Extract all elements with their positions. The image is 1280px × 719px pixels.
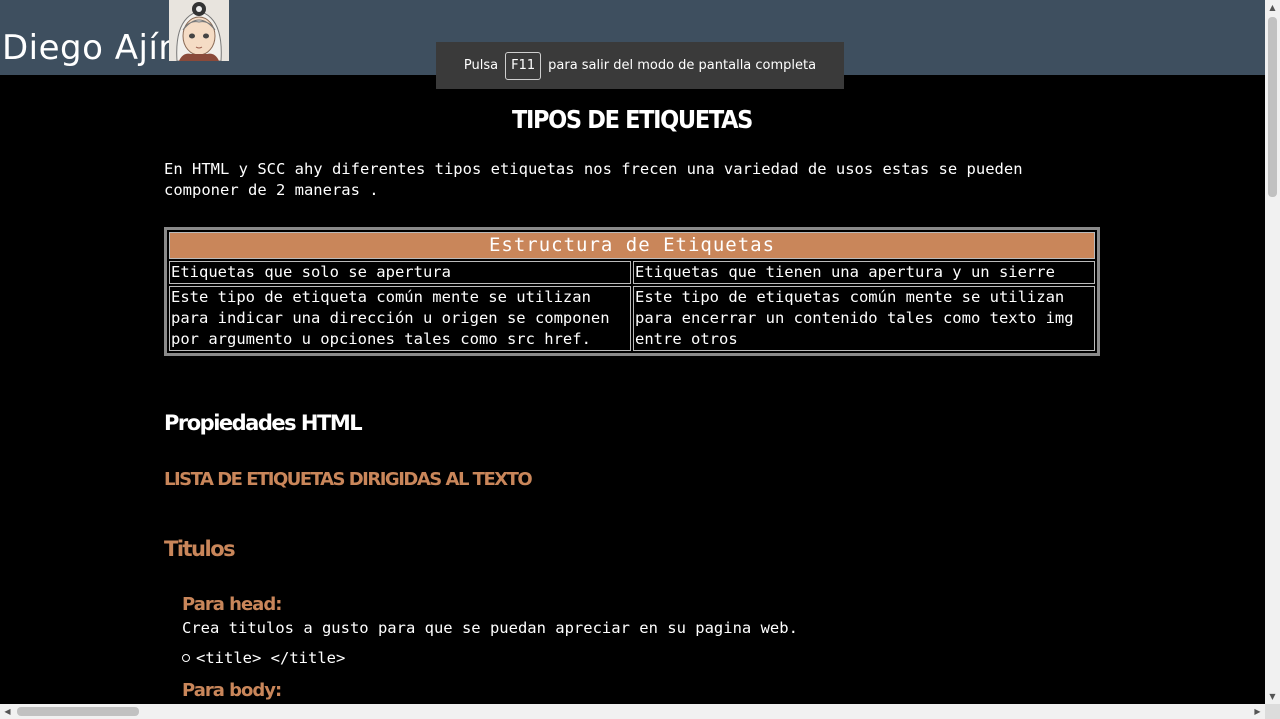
title-tag-list-item: <title> </title> <box>182 649 345 667</box>
scroll-left-arrow-icon[interactable]: ◀ <box>0 704 15 719</box>
scroll-down-arrow-icon[interactable]: ▼ <box>1265 689 1280 704</box>
scrollbar-corner <box>1265 704 1280 719</box>
table-row: Etiquetas que solo se apertura Etiquetas… <box>169 261 1095 284</box>
table-cell: Este tipo de etiquetas común mente se ut… <box>633 286 1095 351</box>
table-caption: Estructura de Etiquetas <box>169 232 1095 259</box>
para-head-heading: Para head: <box>182 594 282 615</box>
para-body-heading: Para body: <box>182 680 282 701</box>
vertical-scrollbar[interactable]: ▲ ▼ <box>1265 0 1280 704</box>
title-tag-text: <title> </title> <box>196 649 346 667</box>
horizontal-scrollbar[interactable]: ◀ ▶ <box>0 704 1265 719</box>
fullscreen-toast: Pulsa F11 para salir del modo de pantall… <box>436 42 844 89</box>
page-title: TIPOS DE ETIQUETAS <box>511 105 753 134</box>
toast-prefix: Pulsa <box>463 58 499 73</box>
list-heading: LISTA DE ETIQUETAS DIRIGIDAS AL TEXTO <box>164 469 533 490</box>
titulos-heading: Titulos <box>164 537 236 561</box>
toast-suffix: para salir del modo de pantalla completa <box>548 58 817 73</box>
para-head-description: Crea titulos a gusto para que se puedan … <box>182 619 798 637</box>
props-heading: Propiedades HTML <box>164 411 363 435</box>
horizontal-scroll-thumb[interactable] <box>17 707 139 716</box>
scroll-right-arrow-icon[interactable]: ▶ <box>1250 704 1265 719</box>
table-cell: Etiquetas que solo se apertura <box>169 261 631 284</box>
vertical-scroll-thumb[interactable] <box>1268 17 1277 197</box>
table-row: Este tipo de etiqueta común mente se uti… <box>169 286 1095 351</box>
page: Diego Ajín Pulsa F11 para salir del modo… <box>0 0 1280 719</box>
table-cell: Etiquetas que tienen una apertura y un s… <box>633 261 1095 284</box>
structure-table: Estructura de Etiquetas Etiquetas que so… <box>164 227 1100 356</box>
table-cell: Este tipo de etiqueta común mente se uti… <box>169 286 631 351</box>
f11-key-badge: F11 <box>505 51 542 80</box>
anime-avatar-icon <box>169 0 229 61</box>
circle-bullet-icon <box>182 653 190 662</box>
site-brand[interactable]: Diego Ajín <box>2 28 180 68</box>
scroll-up-arrow-icon[interactable]: ▲ <box>1265 0 1280 15</box>
intro-paragraph: En HTML y SCC ahy diferentes tipos etiqu… <box>164 160 1023 199</box>
